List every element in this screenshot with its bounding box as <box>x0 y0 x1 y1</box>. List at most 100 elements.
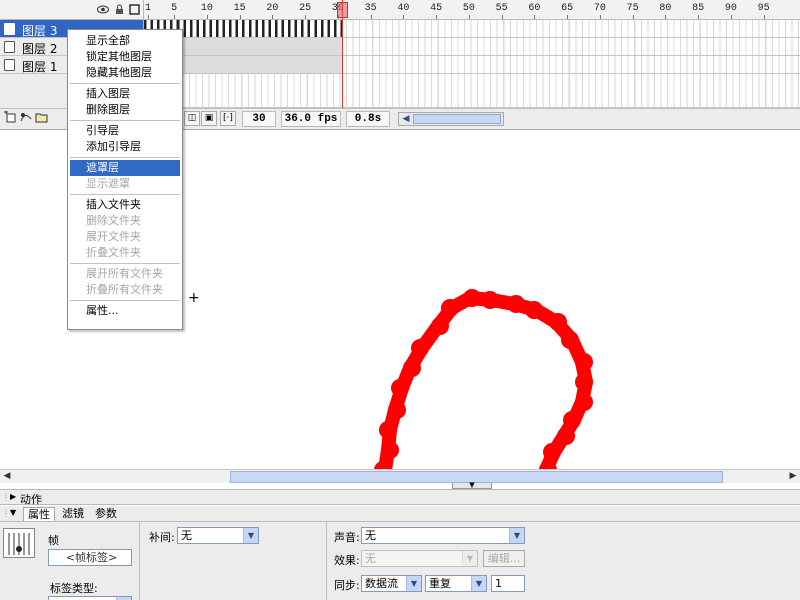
ruler-tick-mark <box>763 15 765 19</box>
frame-label: 帧 <box>48 534 59 547</box>
ruler-tick-label: 50 <box>462 3 475 14</box>
menu-item: 折叠文件夹 <box>86 246 141 259</box>
grip-icon: ⋮ <box>2 509 10 518</box>
timeline-hscrollbar[interactable]: ◀ <box>398 112 504 126</box>
center-frame-icon[interactable]: ◫ <box>184 111 200 126</box>
stroke-dot <box>561 331 579 349</box>
ruler-tick-mark <box>501 15 503 19</box>
add-guide-icon[interactable] <box>18 111 34 126</box>
stroke-dot <box>441 299 459 317</box>
chevron-down-icon: ▼ <box>243 528 258 543</box>
stroke-dot <box>507 295 525 313</box>
eye-icon[interactable] <box>97 4 109 15</box>
menu-item[interactable]: 隐藏其他图层 <box>70 65 180 81</box>
sync-value: 数据流 <box>365 577 398 590</box>
lock-icon[interactable] <box>114 4 125 15</box>
crosshair-cursor-icon: + <box>188 290 200 306</box>
chevron-down-icon: ▼ <box>462 551 477 566</box>
stroke-dot <box>379 421 397 439</box>
tween-select[interactable]: 无 ▼ <box>177 527 259 544</box>
sound-select[interactable]: 无 ▼ <box>361 527 525 544</box>
label-type-label: 标签类型: <box>50 582 98 595</box>
scroll-left-icon[interactable]: ◀ <box>0 470 14 483</box>
menu-item[interactable]: 引导层 <box>70 123 180 139</box>
stroke-dot <box>411 339 429 357</box>
frames-row-layer-2[interactable] <box>144 38 800 56</box>
stroke-dot <box>525 301 543 319</box>
actions-panel-header[interactable]: ⋮ ▶ 动作 <box>0 489 800 506</box>
repeat-count-input[interactable]: 1 <box>491 575 525 592</box>
menu-item[interactable]: 遮罩层 <box>70 160 180 176</box>
frame-label-input[interactable]: <帧标签> <box>48 549 132 566</box>
menu-item[interactable]: 添加引导层 <box>70 139 180 155</box>
scroll-left-icon[interactable]: ◀ <box>399 113 413 126</box>
menu-item[interactable]: 属性... <box>70 303 180 319</box>
edit-markers-icon[interactable]: [·] <box>220 111 236 126</box>
menu-item[interactable]: 插入图层 <box>70 86 180 102</box>
scroll-right-icon[interactable]: ▶ <box>786 470 800 483</box>
expand-arrow-icon[interactable]: ▶ <box>10 492 16 501</box>
ruler-tick-mark <box>730 15 732 19</box>
stage-hscrollbar[interactable]: ◀ ▶ <box>0 469 800 483</box>
chevron-down-icon: ▼ <box>509 528 524 543</box>
ruler-tick-label: 85 <box>692 3 705 14</box>
layer-name: 图层 3 <box>22 24 58 38</box>
onion-skin-icon[interactable]: ▣ <box>201 111 217 126</box>
frame-type-icon <box>3 528 35 558</box>
ruler-tick-mark <box>599 15 601 19</box>
ruler-tick-label: 20 <box>266 3 279 14</box>
label-type-select[interactable]: ▼ <box>48 596 132 600</box>
elapsed-time-readout: 0.8s <box>346 111 390 127</box>
repeat-value: 重复 <box>429 577 451 590</box>
effect-value: 无 <box>365 552 376 565</box>
menu-separator <box>70 83 180 84</box>
sound-value: 无 <box>365 529 376 542</box>
stage-scroll-thumb[interactable] <box>230 471 723 483</box>
menu-item[interactable]: 显示全部 <box>70 33 180 49</box>
stroke-dot <box>549 313 567 331</box>
layer-name: 图层 1 <box>22 60 58 74</box>
tab-parameters[interactable]: 参数 <box>91 507 121 521</box>
sync-label: 同步: <box>334 579 360 592</box>
effect-select[interactable]: 无 ▼ <box>361 550 478 567</box>
frames-row-layer-3[interactable] <box>144 20 800 38</box>
playhead-handle[interactable] <box>337 2 348 18</box>
tween-value: 无 <box>181 529 192 542</box>
current-frame-readout: 30 <box>242 111 276 127</box>
menu-separator <box>70 194 180 195</box>
stroke-dot <box>543 443 561 461</box>
menu-item: 展开所有文件夹 <box>86 267 163 280</box>
sync-select[interactable]: 数据流 ▼ <box>361 575 422 592</box>
menu-separator <box>70 300 180 301</box>
effect-label: 效果: <box>334 554 360 567</box>
stroke-dot <box>575 373 593 391</box>
outline-icon[interactable] <box>129 4 140 15</box>
fps-readout: 36.0 fps <box>281 111 341 127</box>
menu-item: 显示遮罩 <box>86 177 130 190</box>
ruler-tick-mark <box>239 15 241 19</box>
stroke-dot <box>463 289 481 307</box>
menu-item[interactable]: 删除图层 <box>70 102 180 118</box>
properties-tabbar: ⋮ ▼ 属性 滤镜 参数 <box>0 506 800 522</box>
menu-item[interactable]: 插入文件夹 <box>70 197 180 213</box>
ruler-tick-label: 95 <box>757 3 770 14</box>
add-layer-icon[interactable] <box>2 110 18 126</box>
stroke-dot <box>575 393 593 411</box>
stroke-dot <box>388 401 406 419</box>
add-folder-icon[interactable] <box>34 111 50 126</box>
ruler-tick-mark <box>272 15 274 19</box>
chevron-down-icon: ▼ <box>471 576 486 591</box>
tab-filters[interactable]: 滤镜 <box>58 507 88 521</box>
frame-ruler[interactable]: 15101520253035404550556065707580859095 <box>144 0 800 20</box>
ruler-tick-label: 80 <box>659 3 672 14</box>
ruler-tick-label: 25 <box>299 3 312 14</box>
menu-item[interactable]: 锁定其他图层 <box>70 49 180 65</box>
edit-sound-button[interactable]: 编辑... <box>483 550 525 567</box>
frames-row-layer-1[interactable] <box>144 56 800 74</box>
menu-item: 折叠所有文件夹 <box>86 283 163 296</box>
tab-properties[interactable]: 属性 <box>23 507 55 521</box>
collapse-arrow-icon[interactable]: ▼ <box>10 508 16 517</box>
timeline-scroll-thumb[interactable] <box>413 114 501 124</box>
repeat-select[interactable]: 重复 ▼ <box>425 575 487 592</box>
ruler-tick-label: 10 <box>200 3 213 14</box>
